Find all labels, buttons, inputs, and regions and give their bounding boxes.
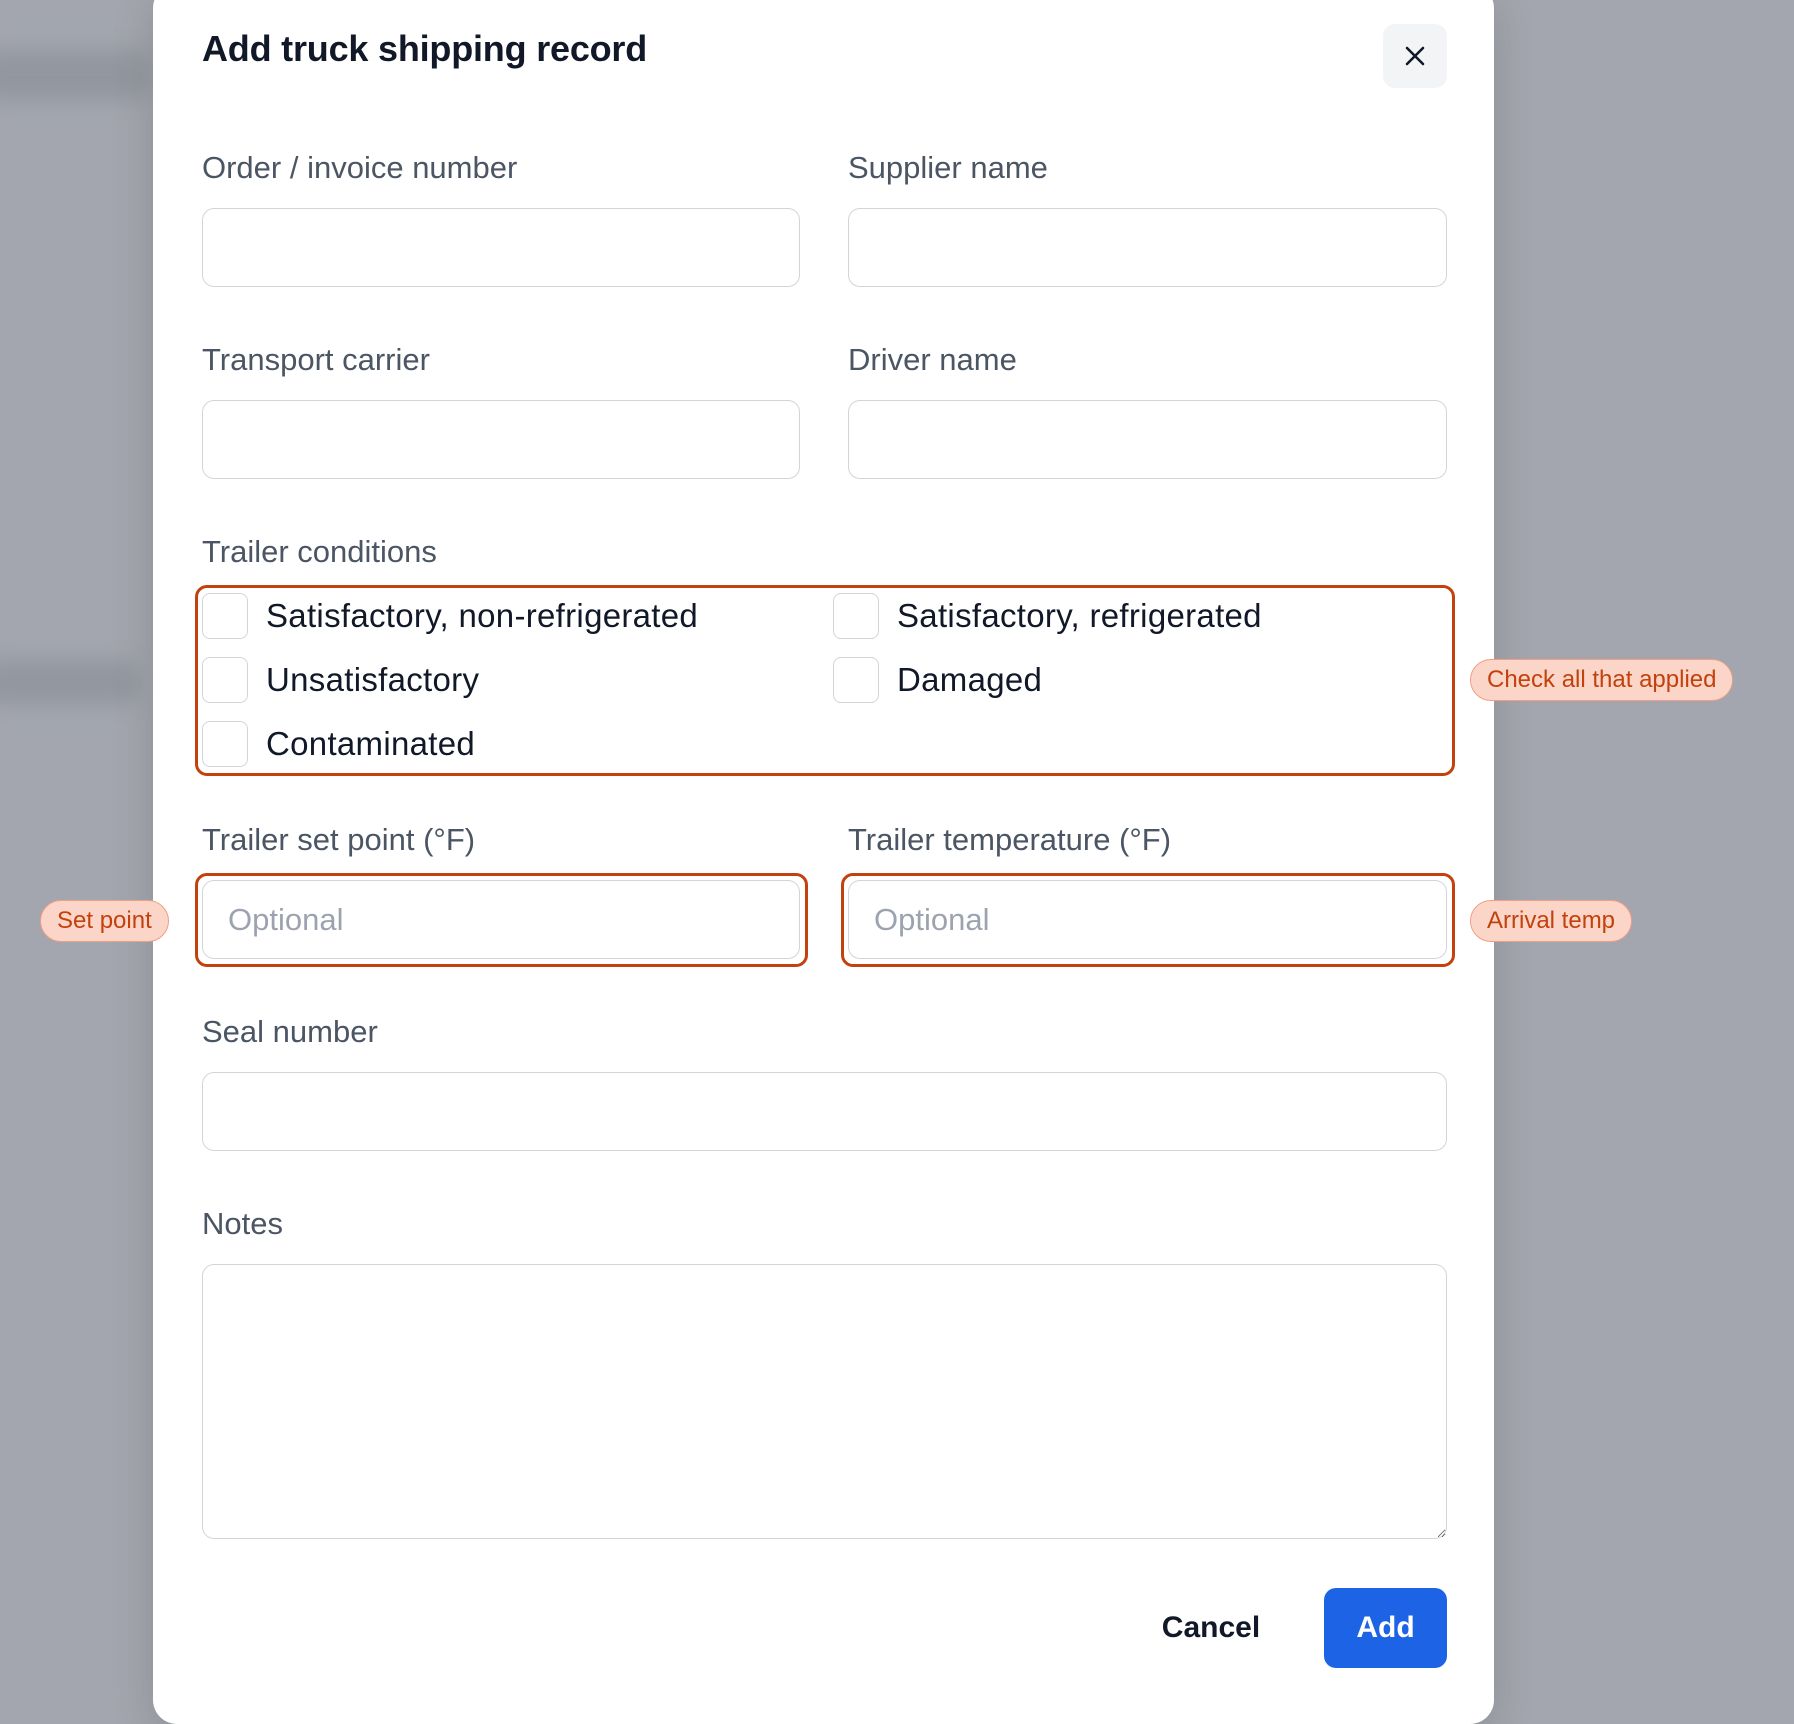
seal-number-label: Seal number xyxy=(202,1014,378,1049)
checkbox-label: Satisfactory, non-refrigerated xyxy=(266,597,699,634)
annotation-check-all: Check all that applied xyxy=(1470,659,1734,701)
checkbox[interactable] xyxy=(202,721,248,767)
trailer-set-point-label: Trailer set point (°F) xyxy=(202,822,476,857)
checkbox-label: Satisfactory, refrigerated xyxy=(897,597,1262,634)
checkbox[interactable] xyxy=(202,657,248,703)
trailer-set-point-input[interactable] xyxy=(202,880,800,959)
condition-option-contaminated[interactable]: Contaminated xyxy=(202,720,475,768)
backdrop-blur xyxy=(0,660,140,704)
close-icon xyxy=(1405,46,1425,66)
trailer-temperature-label: Trailer temperature (°F) xyxy=(848,822,1172,857)
condition-option-satisfactory-refrigerated[interactable]: Satisfactory, refrigerated xyxy=(833,592,1262,640)
order-invoice-label: Order / invoice number xyxy=(202,150,518,185)
notes-label: Notes xyxy=(202,1206,283,1241)
trailer-conditions-label: Trailer conditions xyxy=(202,534,437,569)
checkbox-label: Contaminated xyxy=(266,725,476,762)
backdrop-blur xyxy=(0,50,150,100)
condition-option-unsatisfactory[interactable]: Unsatisfactory xyxy=(202,656,479,704)
transport-carrier-label: Transport carrier xyxy=(202,342,430,377)
seal-number-input[interactable] xyxy=(202,1072,1447,1151)
condition-option-damaged[interactable]: Damaged xyxy=(833,656,1042,704)
cancel-button[interactable]: Cancel xyxy=(1141,1588,1281,1668)
annotation-set-point: Set point xyxy=(40,900,169,942)
close-button[interactable] xyxy=(1383,24,1447,88)
transport-carrier-input[interactable] xyxy=(202,400,800,479)
checkbox[interactable] xyxy=(202,593,248,639)
condition-option-satisfactory-non-refrigerated[interactable]: Satisfactory, non-refrigerated xyxy=(202,592,698,640)
supplier-name-input[interactable] xyxy=(848,208,1447,287)
driver-name-label: Driver name xyxy=(848,342,1017,377)
checkbox[interactable] xyxy=(833,657,879,703)
checkbox-label: Unsatisfactory xyxy=(266,661,480,698)
add-truck-shipping-dialog: Add truck shipping record Order / invoic… xyxy=(153,0,1494,1724)
notes-textarea[interactable] xyxy=(202,1264,1447,1539)
annotation-arrival-temp: Arrival temp xyxy=(1470,900,1633,942)
driver-name-input[interactable] xyxy=(848,400,1447,479)
trailer-temperature-input[interactable] xyxy=(848,880,1447,959)
checkbox-label: Damaged xyxy=(897,661,1043,698)
dialog-title: Add truck shipping record xyxy=(202,28,648,69)
order-invoice-input[interactable] xyxy=(202,208,800,287)
supplier-name-label: Supplier name xyxy=(848,150,1048,185)
checkbox[interactable] xyxy=(833,593,879,639)
add-button[interactable]: Add xyxy=(1324,1588,1447,1668)
